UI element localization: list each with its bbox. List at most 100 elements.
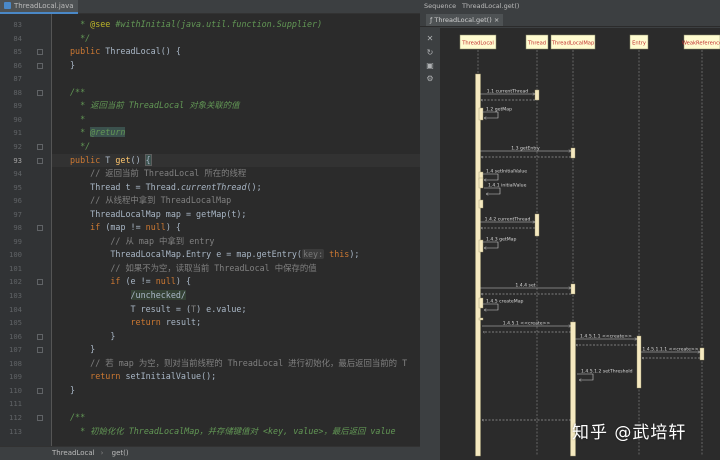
code-token: if [110,276,126,287]
code-line[interactable]: * [52,113,420,127]
activation-bar [570,283,576,295]
code-line[interactable]: /** [52,411,420,425]
line-number: 99 [13,236,22,246]
code-line[interactable]: * 返回当前 ThreadLocal 对象关联的值 [52,99,420,113]
code-token: * [70,19,91,29]
line-number: 106 [9,331,22,341]
code-token: currentThread [180,181,247,192]
code-token: /** [70,411,86,422]
code-line[interactable]: // 从线程中拿到 ThreadLocalMap [52,194,420,208]
code-token: /** [70,86,86,97]
close-icon[interactable]: ✕ [425,34,435,44]
line-number: 94 [13,169,22,179]
close-icon[interactable]: × [494,16,499,24]
settings-icon[interactable]: ⚙ [425,74,435,84]
code-line[interactable]: if (map != null) { [52,221,420,235]
activation-bar [534,213,540,237]
code-token: } [70,330,116,341]
code-line[interactable] [52,72,420,86]
fold-marker-icon[interactable] [37,347,43,354]
code-area[interactable]: * @see #withInitial(java.util.function.S… [52,14,420,446]
line-number: 87 [13,74,22,84]
code-line[interactable]: */ [52,140,420,154]
sequence-subtab-bar: ƒ ThreadLocal.get() × [420,12,720,27]
code-line[interactable]: * @see #withInitial(java.util.function.S… [52,18,420,32]
line-number: 100 [9,250,22,260]
message-label: 1.4.3 getMap [486,237,516,243]
fold-marker-icon[interactable] [37,157,43,164]
editor-tab-label: ThreadLocal.java [14,2,74,10]
fold-marker-icon[interactable] [37,225,43,232]
code-token: /unchecked/ [130,290,186,300]
java-class-icon [4,2,11,9]
editor-tab-threadlocal-java[interactable]: ThreadLocal.java [0,0,78,14]
code-line[interactable]: T result = (T) e.value; [52,303,420,317]
code-token: (); [246,181,262,192]
breadcrumb-method[interactable]: get() [112,449,129,457]
code-line[interactable]: public ThreadLocal() { [52,45,420,59]
code-line[interactable]: */ [52,32,420,46]
sequence-subtab[interactable]: ƒ ThreadLocal.get() × [426,14,504,26]
code-token: * [70,127,91,138]
line-number: 111 [9,399,22,409]
code-token: } [70,59,76,70]
code-line[interactable]: ThreadLocalMap.Entry e = map.getEntry(ke… [52,248,420,262]
sequence-diagram[interactable]: ThreadLocal Thread ThreadLocalMap Entry Weak… [440,28,720,460]
line-number: 102 [9,277,22,287]
fold-marker-icon[interactable] [37,387,43,394]
code-line[interactable]: public T get() { [52,153,420,168]
code-token: this [329,249,350,260]
code-line[interactable]: /unchecked/ [52,289,420,303]
code-line[interactable]: } [52,330,420,344]
message-label: 1.1 currentThread [487,89,528,95]
message-label: 1.3 getEntry [511,146,540,152]
code-line[interactable]: // 从 map 中拿到 entry [52,235,420,249]
code-token: null [155,276,176,287]
export-image-icon[interactable]: ▣ [425,61,435,71]
message-label: 1.4.5 createMap [486,299,524,305]
code-line[interactable]: // 若 map 为空，则对当前线程的 ThreadLocal 进行初始化，最后… [52,357,420,371]
code-token: // 若 map 为空，则对当前线程的 ThreadLocal 进行初始化，最后… [70,357,408,368]
code-line[interactable]: Thread t = Thread.currentThread(); [52,181,420,195]
fold-marker-icon[interactable] [37,414,43,421]
code-line[interactable]: } [52,343,420,357]
fold-marker-icon[interactable] [37,143,43,150]
code-token: // 从线程中拿到 ThreadLocalMap [70,195,232,206]
code-line[interactable]: return setInitialValue(); [52,370,420,384]
code-line[interactable]: return result; [52,316,420,330]
breadcrumb-class[interactable]: ThreadLocal [52,449,95,457]
code-line[interactable]: } [52,384,420,398]
sequence-diagram-pane: Sequence ThreadLocal.get() ƒ ThreadLocal… [420,0,720,460]
code-line[interactable]: } [52,59,420,73]
fold-marker-icon[interactable] [37,62,43,69]
code-line[interactable]: if (e != null) { [52,275,420,289]
code-token: * 返回当前 ThreadLocal 对象关联的值 [70,100,240,111]
code-token: Thread t = Thread. [70,181,181,192]
code-line[interactable]: * 初始化化 ThreadLocalMap，并存储键值对 <key, value… [52,425,420,439]
code-editor[interactable]: ThreadLocal.java 83 84 85 86 87 88 89 90 91 92 93 9… [0,0,420,460]
activation-bar [475,73,481,457]
code-token: ThreadLocal() { [105,46,181,57]
fold-marker-icon[interactable] [37,89,43,96]
code-line[interactable]: // 如果不为空，读取当前 ThreadLocal 中保存的值 [52,262,420,276]
self-message-arrow [484,187,501,194]
code-line[interactable] [52,397,420,411]
code-token: } [70,344,96,355]
code-line[interactable]: // 返回当前 ThreadLocal 所在的线程 [52,167,420,181]
fold-marker-icon[interactable] [37,49,43,56]
tab-sequence[interactable]: Sequence [424,0,456,12]
participant-label: ThreadLocalMap [551,41,595,47]
code-line[interactable]: * @return [52,126,420,140]
refresh-icon[interactable]: ↻ [425,48,435,58]
fold-marker-icon[interactable] [37,333,43,340]
self-message-arrow [482,173,499,180]
fold-marker-icon[interactable] [37,279,43,286]
sequence-tool-tabs: Sequence ThreadLocal.get() [420,0,720,14]
code-line[interactable]: ThreadLocalMap map = getMap(t); [52,208,420,222]
line-number: 107 [9,345,22,355]
code-token: ThreadLocalMap map = getMap(t); [70,208,247,219]
code-token: ) e.value; [196,303,247,314]
code-line[interactable]: /** [52,86,420,100]
